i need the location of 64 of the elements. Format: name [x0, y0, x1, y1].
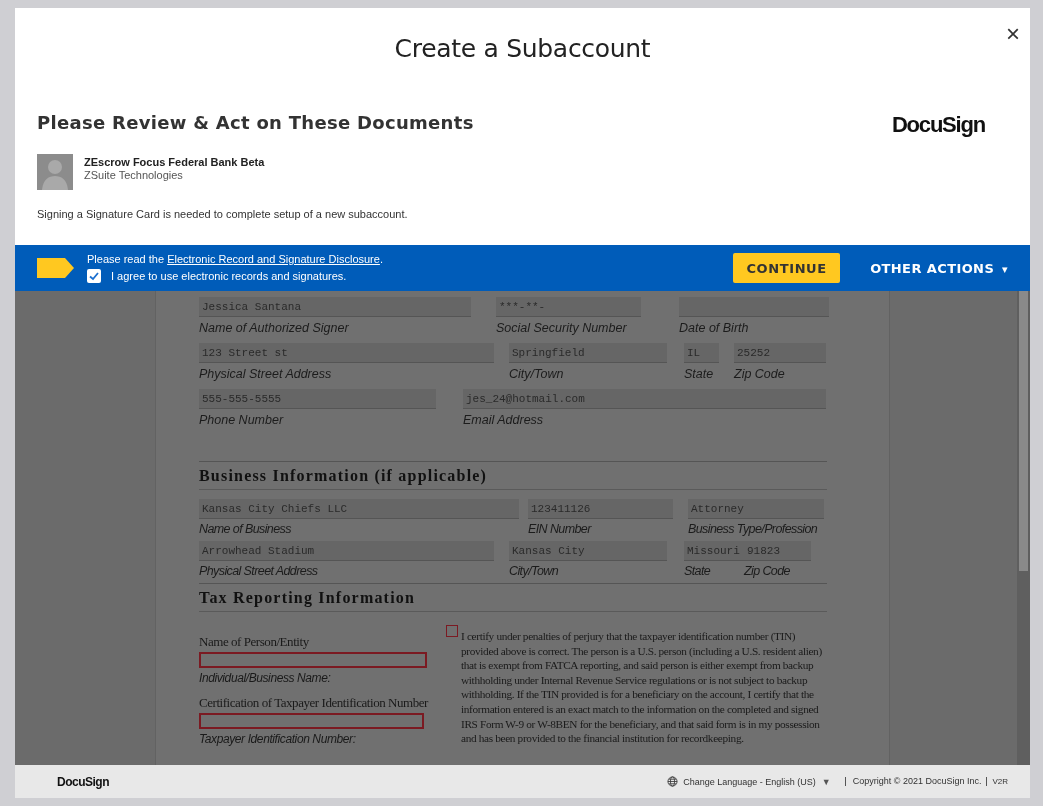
input-field[interactable]: Attorney: [688, 499, 824, 519]
section-heading: Tax Reporting Information: [199, 588, 417, 609]
field-label: Individual/Business Name:: [199, 671, 332, 685]
input-field[interactable]: Arrowhead Stadium: [199, 541, 494, 561]
field-label: Phone Number: [199, 413, 285, 427]
scrollbar[interactable]: [1017, 291, 1030, 765]
disclosure-text: Please read the Electronic Record and Signature Disclosure.: [87, 253, 384, 265]
message-text: Signing a Signature Card is needed to complete setup of a new subaccount.: [37, 208, 409, 220]
input-field[interactable]: 555-555-5555: [199, 389, 436, 409]
input-field[interactable]: 123411126: [528, 499, 673, 519]
agree-label: I agree to use electronic records and signatures.: [111, 270, 347, 282]
field-label: Physical Street Address: [199, 564, 319, 578]
input-field[interactable]: [679, 297, 829, 317]
dialog-title: Create a Subaccount: [394, 33, 651, 63]
input-field[interactable]: 91823: [744, 541, 811, 561]
caret-icon[interactable]: ▼: [821, 776, 831, 787]
section-heading: Business Information (if applicable): [199, 466, 489, 487]
input-field[interactable]: ***-**-: [496, 297, 641, 317]
input-field[interactable]: Kansas City: [509, 541, 667, 561]
input-field[interactable]: 25252: [734, 343, 826, 363]
field-label: Social Security Number: [496, 321, 628, 335]
field-label: Business Type/Profession: [688, 522, 819, 536]
field-label: Email Address: [463, 413, 545, 427]
field-label: Physical Street Address: [199, 367, 333, 381]
globe-icon: [667, 776, 679, 787]
field-label: Date of Birth: [679, 321, 750, 335]
field-label: EIN Number: [528, 522, 593, 536]
change-language-link[interactable]: Change Language - English (US): [683, 776, 816, 787]
input-field[interactable]: IL: [684, 343, 719, 363]
company-name: ZSuite Technologies: [84, 169, 184, 181]
field-title: Certification of Taxpayer Identification Number: [199, 695, 430, 711]
field-label: Zip Code: [734, 367, 786, 381]
input-field[interactable]: jes_24@hotmail.com: [463, 389, 826, 409]
other-actions-button[interactable]: OTHER ACTIONS ▾: [870, 260, 1008, 276]
field-label: Name of Business: [199, 522, 292, 536]
avatar-icon: [37, 154, 73, 190]
copyright-text: Copyright © 2021 DocuSign Inc.: [844, 777, 982, 786]
field-label: Zip Code: [744, 564, 791, 578]
input-field[interactable]: [199, 652, 427, 668]
input-field[interactable]: Jessica Santana: [199, 297, 471, 317]
field-label: Taxpayer Identification Number:: [199, 732, 357, 746]
version-text: V2R: [986, 777, 1008, 786]
input-field[interactable]: Kansas City Chiefs LLC: [199, 499, 519, 519]
field-label: State: [684, 564, 712, 578]
input-field[interactable]: Springfield: [509, 343, 667, 363]
field-title: Name of Person/Entity: [199, 634, 310, 650]
docusign-logo: DocuSign: [891, 112, 985, 138]
page-heading: Please Review & Act on These Documents: [37, 112, 474, 133]
certify-checkbox[interactable]: [446, 625, 458, 637]
agree-checkbox[interactable]: [87, 269, 101, 283]
field-label: City/Town: [509, 564, 560, 578]
input-field[interactable]: [199, 713, 424, 729]
continue-button[interactable]: CONTINUE: [733, 253, 841, 283]
sender-name: ZEscrow Focus Federal Bank Beta: [84, 156, 265, 168]
tag-icon: [37, 258, 74, 278]
input-field[interactable]: Missouri: [684, 541, 744, 561]
close-button[interactable]: ×: [1002, 22, 1024, 46]
docusign-logo: DocuSign: [57, 774, 109, 789]
field-label: Name of Authorized Signer: [199, 321, 350, 335]
input-field[interactable]: 123 Street st: [199, 343, 494, 363]
certification-text: I certify under penalties of perjury that the taxpayer identification number (TIN) provided above is correct. The person is a U.S. person (including a U.S. resident alien) that is exempt from FATCA reporting, and said person is either exempt from backup withholding under Internal Revenue Service regulations or is not subject to backup withholding. If the TIN provided is for a beneficiary on the account, I certify that the information entered is an exact match to the information on the completed and signed IRS Form W-9 or W-8BEN for the beneficiary, and that said form is in my possession and has been provided to the financial institution for recordkeeping.: [461, 629, 823, 746]
field-label: State: [684, 367, 715, 381]
field-label: City/Town: [509, 367, 565, 381]
disclosure-link[interactable]: Electronic Record and Signature Disclosure: [167, 253, 380, 265]
